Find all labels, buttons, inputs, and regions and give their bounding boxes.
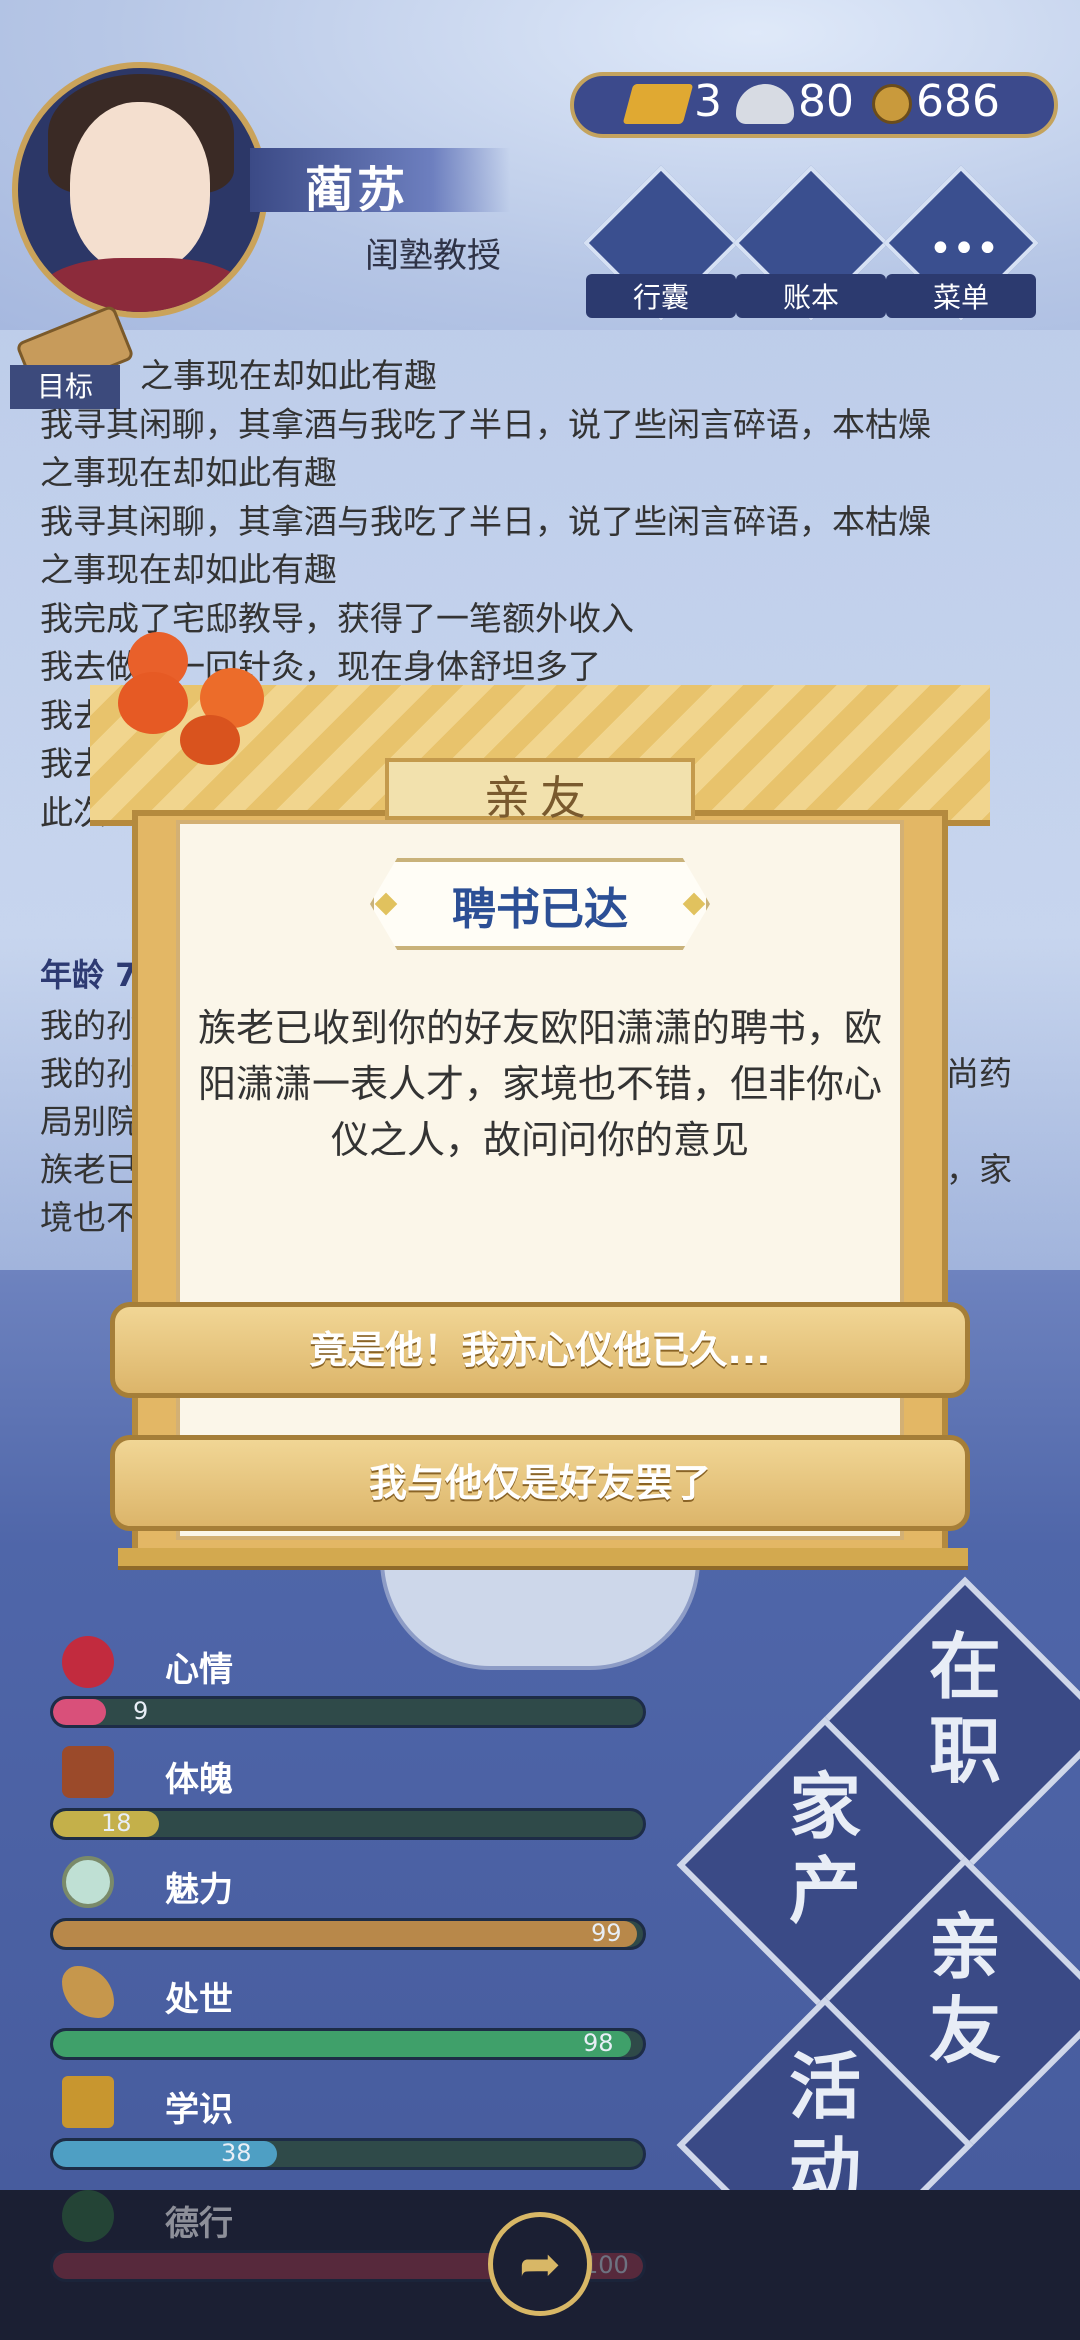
tile-property-label[interactable]: 家产 — [780, 1765, 870, 1933]
persimmon-icon — [180, 715, 240, 765]
mood-bar: 9 — [50, 1696, 646, 1728]
stat-label-knowledge: 学识 — [165, 2090, 233, 2130]
ledger-button[interactable]: 账本 — [736, 274, 886, 318]
log-line: 尚药 — [946, 1054, 1012, 1093]
coin-count: 686 — [916, 76, 1000, 127]
silver-count: 80 — [798, 76, 854, 127]
menu-button[interactable]: 菜单 — [886, 274, 1036, 318]
log-line-clipped — [40, 330, 1030, 352]
modal-message: 族老已收到你的好友欧阳潇潇的聘书，欧阳潇潇一表人才，家境也不错，但非你心仪之人，… — [197, 1006, 882, 1162]
charm-value: 99 — [591, 1919, 622, 1947]
share-button[interactable]: ➦ — [488, 2212, 592, 2316]
virtue-icon — [62, 2190, 114, 2242]
avatar-face — [70, 102, 210, 272]
stat-label-worldliness: 处世 — [165, 1980, 233, 2020]
log-line: 局别院 — [40, 1102, 139, 1141]
physique-bar: 18 — [50, 1808, 646, 1840]
choice-accept-button[interactable]: 竟是他！我亦心仪他已久... — [110, 1302, 970, 1398]
stat-label-charm: 魅力 — [165, 1870, 233, 1910]
age-heading: 年龄 7 — [40, 956, 138, 994]
drum-icon — [62, 1746, 114, 1798]
stat-label-mood: 心情 — [165, 1650, 233, 1690]
log-line: ，家 — [946, 1150, 1012, 1189]
log-line: 之事现在却如此有趣 — [40, 550, 337, 589]
tile-activity-label[interactable]: 活动 — [780, 2045, 870, 2213]
log-line: 我寻其闲聊，其拿酒与我吃了半日，说了些闲言碎语，本枯燥 — [40, 501, 931, 541]
avatar-robe — [38, 258, 248, 312]
share-icon: ➦ — [519, 2235, 561, 2293]
modal-base — [118, 1548, 968, 1570]
stat-label-physique: 体魄 — [165, 1760, 233, 1800]
log-line: 族老已 — [40, 1150, 139, 1189]
bag-button[interactable]: 行囊 — [586, 274, 736, 318]
worldliness-value: 98 — [583, 2029, 614, 2057]
gold-bar-icon — [622, 84, 694, 124]
mood-bar-fill — [53, 1699, 107, 1725]
charm-bar: 99 — [50, 1918, 646, 1950]
gold-count: 3 — [694, 76, 722, 127]
log-line: 我的孙 — [40, 1054, 139, 1093]
knowledge-bar: 38 — [50, 2138, 646, 2170]
tile-friends-label[interactable]: 亲友 — [920, 1905, 1010, 2073]
modal-header: 亲友 — [484, 771, 596, 825]
modal-title: 聘书已达 — [452, 884, 628, 935]
choice-decline-button[interactable]: 我与他仅是好友罢了 — [110, 1435, 970, 1531]
charm-bar-fill — [53, 1921, 638, 1947]
mood-value: 9 — [133, 1697, 149, 1725]
log-line: 之事现在却如此有趣 — [140, 356, 437, 395]
worldliness-bar: 98 — [50, 2028, 646, 2060]
ellipsis-glyph: ••• — [928, 226, 1000, 272]
tile-work-label[interactable]: 在职 — [920, 1625, 1010, 1793]
character-name: 蔺苏 — [305, 162, 410, 218]
flower-icon — [62, 1636, 114, 1688]
event-log-2: 我的孙 我的孙 局别院 族老已 境也不 — [40, 1002, 139, 1242]
stat-label-virtue: 德行 — [165, 2204, 233, 2244]
coin-icon — [872, 84, 912, 124]
log-line: 我完成了宅邸教导，获得了一笔额外收入 — [40, 598, 634, 638]
book-box-icon — [62, 2076, 114, 2128]
jade-disc-icon — [62, 1856, 114, 1908]
avatar[interactable] — [12, 62, 268, 318]
knowledge-value: 38 — [221, 2139, 252, 2167]
worldliness-bar-fill — [53, 2031, 632, 2057]
log-line: 境也不 — [40, 1198, 139, 1237]
physique-value: 18 — [101, 1809, 132, 1837]
log-line: 我寻其闲聊，其拿酒与我吃了半日，说了些闲言碎语，本枯燥 — [40, 404, 931, 444]
character-title: 闺塾教授 — [365, 236, 501, 276]
log-line: 之事现在却如此有趣 — [40, 453, 337, 492]
persimmon-icon — [118, 672, 188, 734]
log-line: 我的孙 — [40, 1006, 139, 1045]
